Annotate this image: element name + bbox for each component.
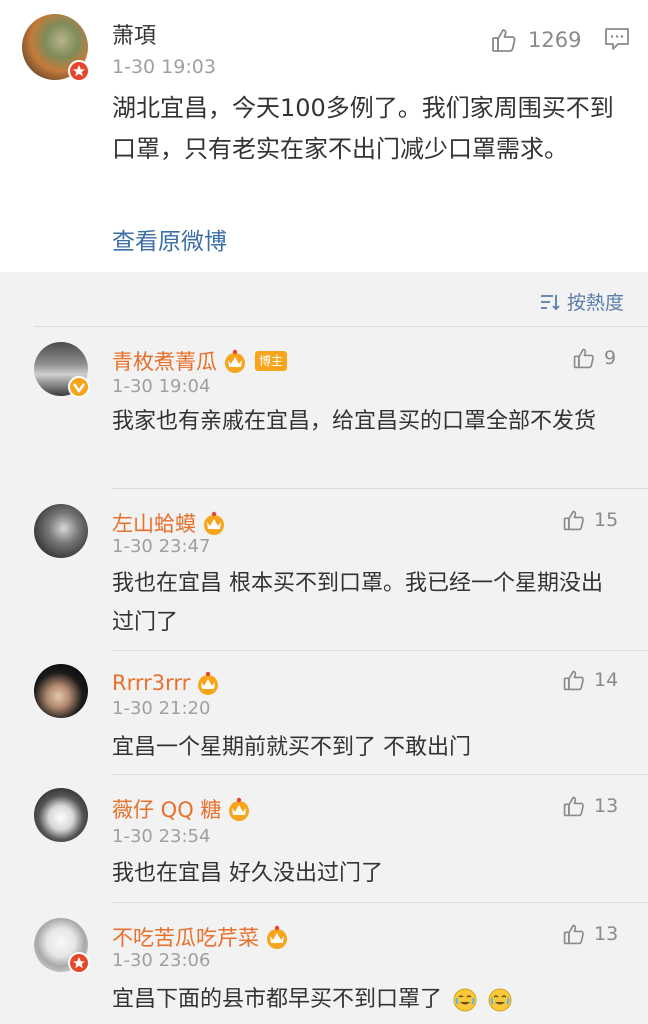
- vip-crown-icon: [267, 925, 287, 949]
- commenter-avatar[interactable]: [34, 504, 88, 558]
- post-content: 湖北宜昌，今天100多例了。我们家周围买不到口罩，只有老实在家不出门减少口罩需求…: [112, 94, 614, 163]
- comment-like-button[interactable]: 13: [562, 794, 618, 818]
- comment-button[interactable]: [604, 26, 630, 56]
- comment-item: 左山蛤蟆 1-30 23:47 15 我也在宜昌 根本买不到口罩。我已经一个星期…: [0, 488, 648, 648]
- vip-crown-icon: [198, 671, 219, 695]
- sort-label: 按熱度: [566, 292, 624, 314]
- author-avatar[interactable]: [22, 14, 90, 82]
- vip-crown-icon: [229, 797, 250, 821]
- thumbs-up-icon: [563, 670, 584, 691]
- commenter-name[interactable]: 左山蛤蟆: [112, 508, 228, 538]
- commenter-name[interactable]: 青枚煮菁瓜 博主: [112, 346, 288, 376]
- comment-text-content: 宜昌下面的县市都早买不到口罩了: [112, 987, 443, 1012]
- commenter-avatar[interactable]: [34, 788, 88, 842]
- comment-item: 青枚煮菁瓜 博主 1-30 19:04 9 我家也有亲戚在宜昌，给宜昌买的口罩全…: [0, 326, 648, 486]
- author-name[interactable]: 萧項: [112, 18, 156, 50]
- commenter-name[interactable]: 薇仔 QQ 糖: [112, 794, 253, 824]
- thumbs-up-icon: [563, 796, 584, 817]
- comment-text: 我也在宜昌 根本买不到口罩。我已经一个星期没出过门了: [112, 571, 603, 635]
- thumbs-up-icon: [563, 924, 584, 945]
- verified-badge-icon: [68, 952, 90, 974]
- commenter-name-text: 薇仔 QQ 糖: [112, 798, 222, 822]
- verified-badge-icon: [68, 376, 90, 398]
- comment-like-count: 13: [594, 795, 619, 817]
- comment-text: 我家也有亲戚在宜昌，给宜昌买的口罩全部不发货: [112, 409, 597, 434]
- comment-like-count: 13: [594, 923, 619, 945]
- commenter-avatar[interactable]: [34, 664, 88, 718]
- comment-like-button[interactable]: 13: [562, 922, 618, 946]
- commenter-name[interactable]: 不吃苦瓜吃芹菜: [112, 922, 291, 952]
- commenter-name-text: Rrrr3rrr: [112, 671, 191, 695]
- vip-crown-icon: [225, 349, 245, 373]
- sort-by-hot-button[interactable]: 按熱度: [539, 288, 624, 315]
- comment-like-count: 15: [594, 509, 619, 531]
- comment-time: 1-30 19:04: [112, 376, 211, 397]
- thumbs-up-icon: [492, 29, 516, 52]
- comment-item: Rrrr3rrr 1-30 21:20 14 宜昌一个星期前就买不到了 不敢出门: [0, 650, 648, 772]
- comment-item: 薇仔 QQ 糖 1-30 23:54 13 我也在宜昌 好久没出过门了: [0, 774, 648, 900]
- comment-time: 1-30 21:20: [112, 698, 211, 719]
- comment-time: 1-30 23:54: [112, 826, 211, 847]
- post-like-button[interactable]: 1269: [490, 26, 581, 54]
- comment-text: 我也在宜昌 好久没出过门了: [112, 861, 383, 886]
- commenter-avatar[interactable]: [34, 342, 90, 398]
- commenter-name-text: 不吃苦瓜吃芹菜: [112, 926, 259, 950]
- comment-time: 1-30 23:47: [112, 536, 211, 557]
- thumbs-up-icon: [573, 348, 594, 369]
- verified-badge-icon: [68, 60, 90, 82]
- commenter-avatar[interactable]: [34, 918, 90, 974]
- crying-laughing-emoji-icon: [488, 988, 512, 1012]
- comment-like-count: 14: [594, 669, 619, 691]
- commenter-name-text: 左山蛤蟆: [112, 512, 196, 536]
- thumbs-up-icon: [563, 510, 584, 531]
- commenter-name-text: 青枚煮菁瓜: [112, 350, 217, 374]
- commenter-name[interactable]: Rrrr3rrr: [112, 670, 222, 696]
- crying-laughing-emoji-icon: [453, 988, 477, 1012]
- comment-text: 宜昌一个星期前就买不到了 不敢出门: [112, 735, 471, 760]
- vip-crown-icon: [204, 511, 224, 535]
- view-original-link[interactable]: 查看原微博: [112, 222, 227, 256]
- comment-like-count: 9: [604, 347, 617, 369]
- post-time: 1-30 19:03: [112, 56, 216, 78]
- comment-item: 不吃苦瓜吃芹菜 1-30 23:06 13 宜昌下面的县市都早买不到口罩了: [0, 902, 648, 1024]
- comment-text: 宜昌下面的县市都早买不到口罩了: [112, 980, 612, 1019]
- post-like-count: 1269: [528, 28, 582, 52]
- comment-time: 1-30 23:06: [112, 950, 211, 971]
- comment-like-button[interactable]: 15: [562, 508, 618, 532]
- comment-icon: [605, 28, 629, 50]
- comment-like-button[interactable]: 14: [562, 668, 618, 692]
- main-post: 萧項 1-30 19:03 1269 湖北宜昌，今天100多例了。我们家周围买不…: [0, 0, 648, 272]
- comment-like-button[interactable]: 9: [572, 346, 616, 370]
- sort-icon: [540, 294, 560, 310]
- poster-badge: 博主: [255, 351, 288, 371]
